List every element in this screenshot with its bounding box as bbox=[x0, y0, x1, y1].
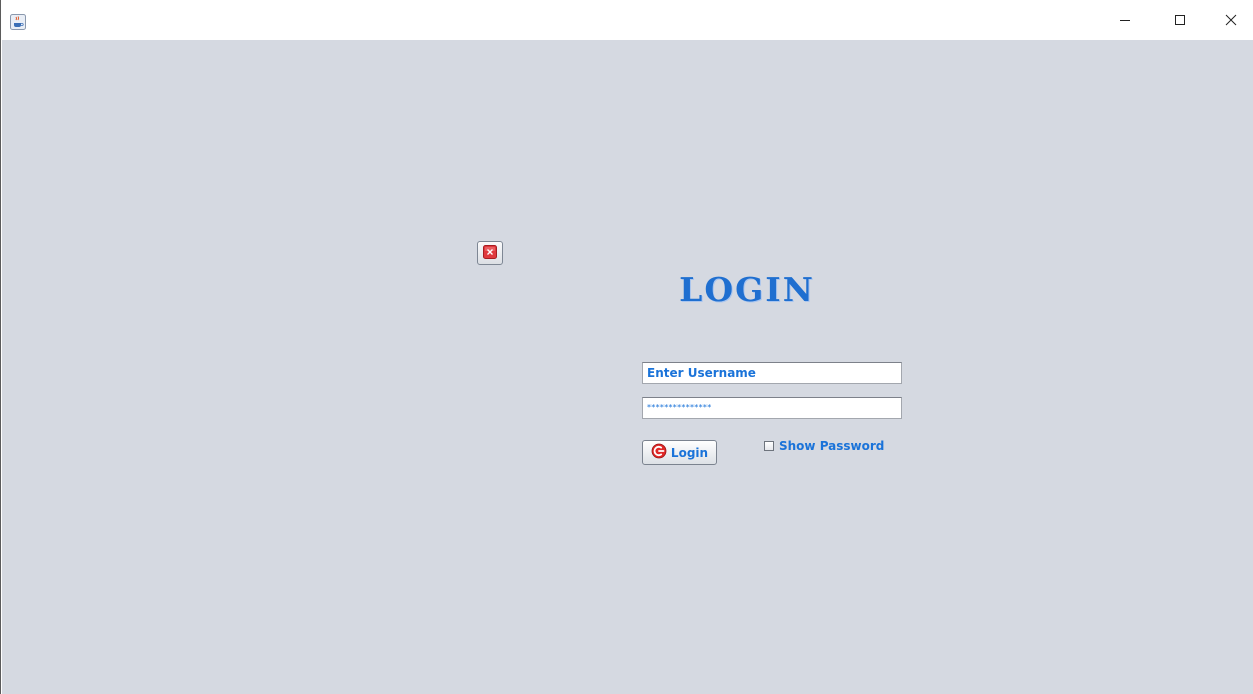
minimize-button[interactable] bbox=[1102, 0, 1148, 40]
window-close-button[interactable] bbox=[1208, 0, 1253, 40]
close-icon bbox=[1225, 14, 1237, 26]
checkbox-box[interactable] bbox=[764, 441, 774, 451]
form-close-button[interactable] bbox=[477, 241, 503, 265]
minimize-icon bbox=[1119, 14, 1131, 26]
power-icon bbox=[651, 443, 667, 462]
page-title: LOGIN bbox=[679, 270, 815, 309]
application-window: LOGIN *************** Login Show Passwor… bbox=[0, 0, 1253, 694]
title-bar[interactable] bbox=[2, 0, 1253, 40]
username-input[interactable] bbox=[642, 362, 902, 384]
login-button-label: Login bbox=[670, 445, 709, 460]
maximize-icon bbox=[1174, 14, 1186, 26]
login-panel: LOGIN *************** Login Show Passwor… bbox=[2, 40, 1253, 694]
show-password-label: Show Password bbox=[779, 439, 885, 453]
close-x-icon bbox=[483, 244, 497, 262]
java-coffee-cup-icon[interactable] bbox=[10, 14, 26, 30]
password-input[interactable]: *************** bbox=[642, 397, 902, 419]
show-password-checkbox[interactable]: Show Password bbox=[764, 439, 884, 453]
login-button[interactable]: Login bbox=[642, 440, 717, 465]
maximize-button[interactable] bbox=[1157, 0, 1203, 40]
